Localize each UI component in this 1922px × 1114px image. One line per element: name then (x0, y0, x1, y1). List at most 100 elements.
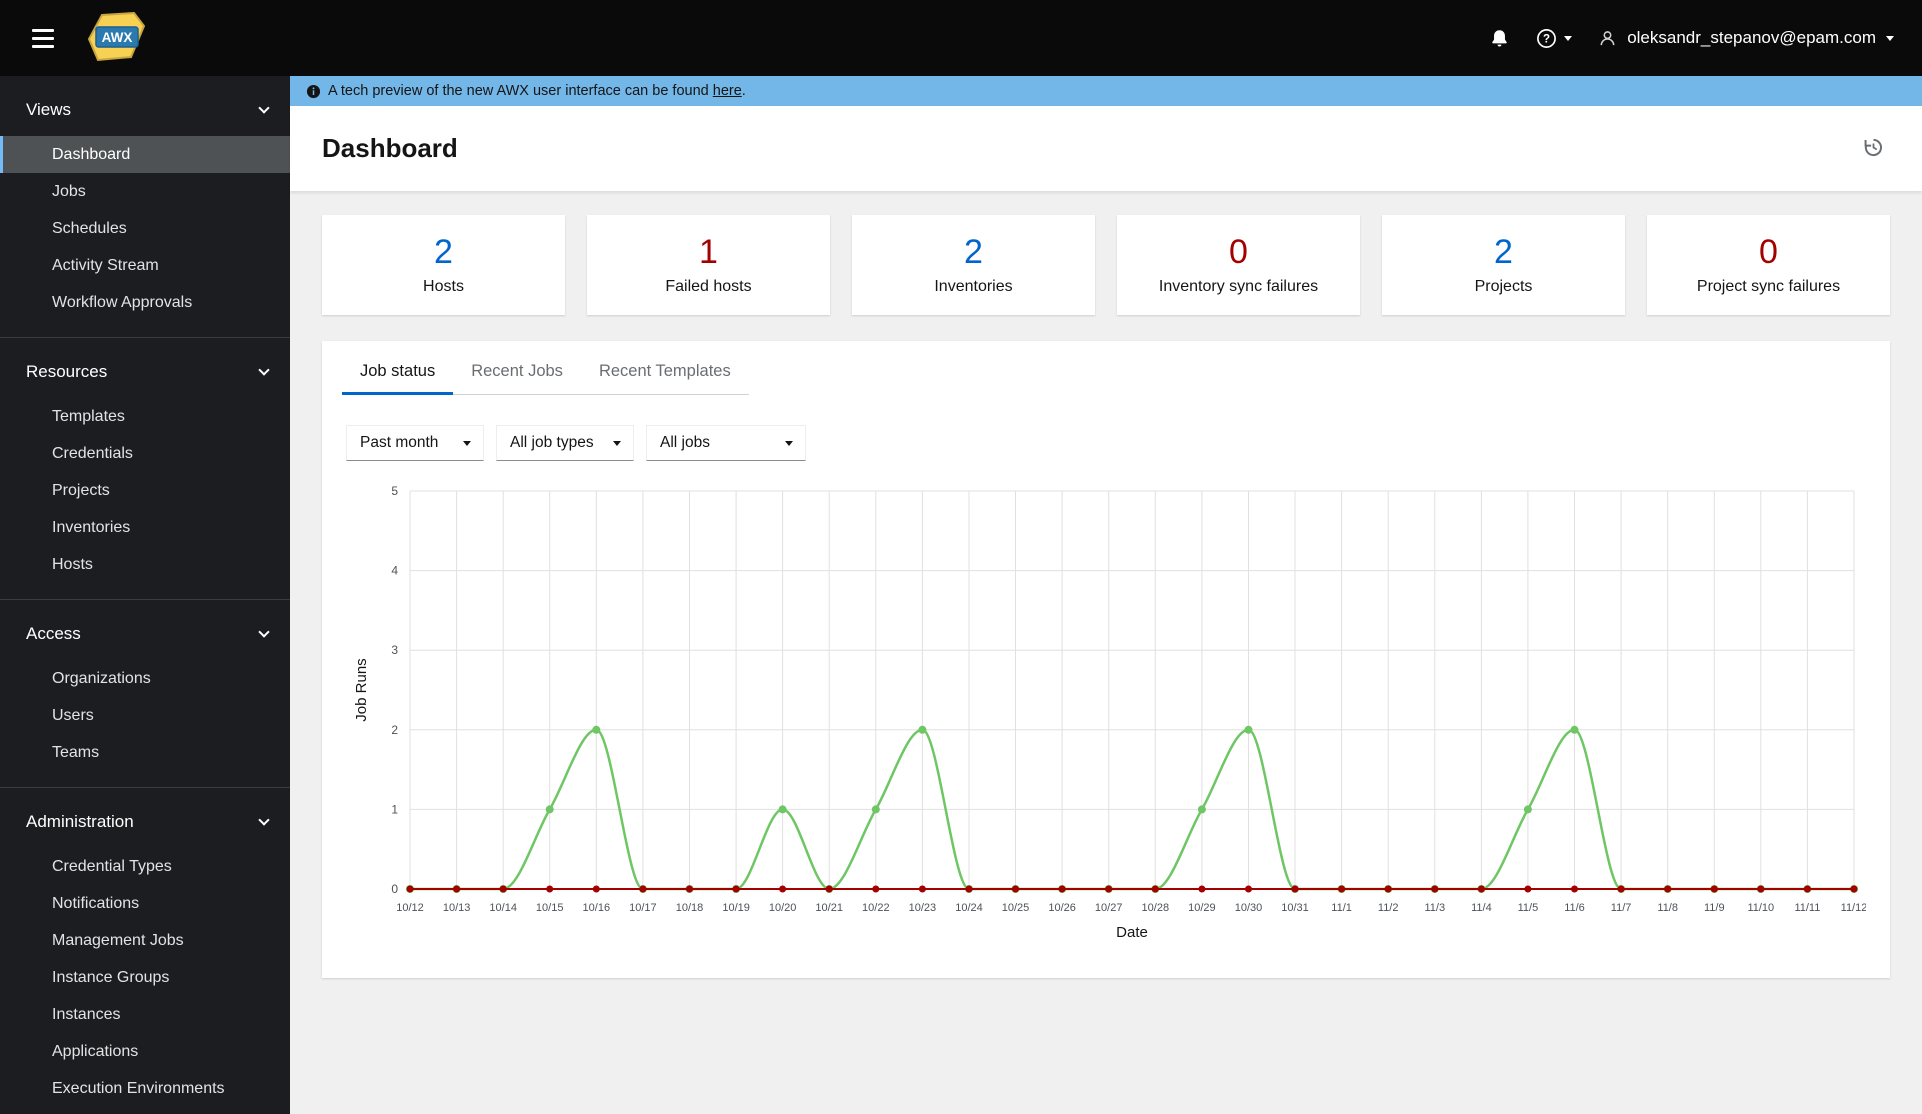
sidebar-item-credentials[interactable]: Credentials (0, 435, 290, 472)
stat-value: 2 (964, 233, 983, 272)
sidebar-item-inventories[interactable]: Inventories (0, 509, 290, 546)
nav-section-label: Resources (26, 362, 108, 381)
stat-value: 0 (1759, 233, 1778, 272)
svg-text:10/14: 10/14 (489, 902, 517, 914)
svg-text:10/27: 10/27 (1095, 902, 1123, 914)
tab-recent-templates[interactable]: Recent Templates (581, 347, 749, 394)
page-title: Dashboard (322, 133, 458, 163)
filter-value: Past month (360, 434, 439, 451)
caret-down-icon (1564, 35, 1573, 41)
sidebar-item-execution-environments[interactable]: Execution Environments (0, 1070, 290, 1107)
notifications-bell-button[interactable] (1489, 28, 1510, 49)
tab-recent-jobs[interactable]: Recent Jobs (453, 347, 581, 394)
nav-section-administration: Administration Credential Types Notificati… (0, 787, 290, 1114)
job-status-panel: Job status Recent Jobs Recent Templates Pa… (322, 341, 1890, 978)
chevron-down-icon (258, 814, 270, 826)
sidebar-item-credential-types[interactable]: Credential Types (0, 848, 290, 885)
svg-text:11/7: 11/7 (1611, 902, 1632, 914)
sidebar-item-instance-groups[interactable]: Instance Groups (0, 959, 290, 996)
nav-section-toggle-administration[interactable]: Administration (0, 804, 290, 840)
awx-logo[interactable]: AWX (84, 12, 148, 64)
banner-here-link[interactable]: here (713, 83, 742, 99)
sidebar-item-jobs[interactable]: Jobs (0, 173, 290, 210)
stat-label: Failed hosts (665, 277, 752, 295)
nav-list: Dashboard Jobs Schedules Activity Stream Wor… (0, 136, 290, 321)
sidebar-item-users[interactable]: Users (0, 697, 290, 734)
svg-text:11/9: 11/9 (1704, 902, 1725, 914)
sidebar-item-applications[interactable]: Applications (0, 1033, 290, 1070)
awx-logo-text: AWX (102, 30, 133, 45)
app-root: AWX ? oleksandr_stepanov@epam.com Views … (0, 0, 1922, 1114)
topbar-actions: ? oleksandr_stepanov@epam.com (1489, 28, 1894, 49)
svg-text:?: ? (1543, 33, 1550, 45)
stat-label: Inventories (934, 277, 1013, 295)
chart-filters: Past month All job types All jobs (346, 425, 1890, 461)
sidebar-item-topology-view[interactable]: Topology View (0, 1107, 290, 1114)
nav-section-label: Administration (26, 812, 134, 831)
svg-text:10/22: 10/22 (862, 902, 890, 914)
filter-select-job-types[interactable]: All job types (496, 425, 634, 461)
stat-card-inventories[interactable]: 2 Inventories (852, 215, 1095, 315)
nav-section-label: Access (26, 624, 81, 643)
awx-logo-icon: AWX (87, 12, 146, 62)
dashboard-tabs: Job status Recent Jobs Recent Templates (342, 347, 749, 395)
chevron-down-icon (258, 626, 270, 638)
sidebar-item-teams[interactable]: Teams (0, 734, 290, 771)
user-menu[interactable]: oleksandr_stepanov@epam.com (1598, 28, 1894, 48)
hamburger-icon (32, 28, 54, 32)
dashboard-content: 2 Hosts 1 Failed hosts 2 Inventories 0 Inventor… (290, 191, 1922, 1114)
sidebar-item-dashboard[interactable]: Dashboard (0, 136, 290, 173)
sidebar-item-instances[interactable]: Instances (0, 996, 290, 1033)
stat-card-projects[interactable]: 2 Projects (1382, 215, 1625, 315)
svg-text:10/23: 10/23 (909, 902, 937, 914)
filter-select-time-range[interactable]: Past month (346, 425, 484, 461)
svg-text:2: 2 (391, 723, 398, 737)
svg-text:0: 0 (391, 882, 398, 896)
svg-text:10/17: 10/17 (629, 902, 657, 914)
refresh-history-button[interactable] (1859, 133, 1888, 165)
history-icon (1864, 138, 1882, 156)
filter-select-jobs[interactable]: All jobs (646, 425, 806, 461)
main-column: A tech preview of the new AWX user inter… (290, 76, 1922, 1114)
svg-text:4: 4 (391, 564, 398, 578)
stat-value: 0 (1229, 233, 1248, 272)
info-circle-icon (306, 84, 321, 98)
svg-text:10/12: 10/12 (396, 902, 424, 914)
sidebar-item-workflow-approvals[interactable]: Workflow Approvals (0, 284, 290, 321)
svg-text:11/10: 11/10 (1747, 902, 1774, 914)
caret-down-icon (785, 440, 793, 446)
stat-card-failed-hosts[interactable]: 1 Failed hosts (587, 215, 830, 315)
sidebar-item-activity-stream[interactable]: Activity Stream (0, 247, 290, 284)
bell-icon (1492, 29, 1507, 46)
nav-section-toggle-views[interactable]: Views (0, 92, 290, 128)
filter-value: All job types (510, 434, 594, 451)
svg-text:11/4: 11/4 (1471, 902, 1492, 914)
tab-job-status[interactable]: Job status (342, 347, 454, 395)
sidebar-item-schedules[interactable]: Schedules (0, 210, 290, 247)
sidebar-item-templates[interactable]: Templates (0, 398, 290, 435)
caret-down-icon (1886, 35, 1894, 41)
sidebar-item-hosts[interactable]: Hosts (0, 546, 290, 583)
svg-text:11/11: 11/11 (1794, 902, 1820, 914)
stat-label: Inventory sync failures (1158, 277, 1319, 295)
job-status-chart-container: 0 1 2 3 4 5 10/12 10/13 10/14 10/15 10/16 10/17 10/1… (346, 477, 1867, 954)
sidebar-item-notifications[interactable]: Notifications (0, 885, 290, 922)
svg-text:10/30: 10/30 (1235, 902, 1263, 914)
stat-cards-row: 2 Hosts 1 Failed hosts 2 Inventories 0 Inventor… (322, 215, 1890, 315)
stat-card-project-sync-failures[interactable]: 0 Project sync failures (1647, 215, 1890, 315)
stat-card-hosts[interactable]: 2 Hosts (322, 215, 565, 315)
chevron-down-icon (258, 364, 270, 376)
nav-toggle-button[interactable] (24, 21, 62, 56)
nav-section-toggle-access[interactable]: Access (0, 616, 290, 652)
svg-text:10/21: 10/21 (815, 902, 843, 914)
sidebar-item-projects[interactable]: Projects (0, 472, 290, 509)
stat-card-inventory-sync-failures[interactable]: 0 Inventory sync failures (1117, 215, 1360, 315)
svg-text:11/1: 11/1 (1331, 902, 1352, 914)
user-email: oleksandr_stepanov@epam.com (1627, 28, 1876, 47)
svg-text:10/19: 10/19 (722, 902, 750, 914)
nav-section-toggle-resources[interactable]: Resources (0, 354, 290, 390)
svg-text:10/13: 10/13 (443, 902, 471, 914)
sidebar-item-management-jobs[interactable]: Management Jobs (0, 922, 290, 959)
help-menu-button[interactable]: ? (1536, 28, 1573, 49)
sidebar-item-organizations[interactable]: Organizations (0, 660, 290, 697)
